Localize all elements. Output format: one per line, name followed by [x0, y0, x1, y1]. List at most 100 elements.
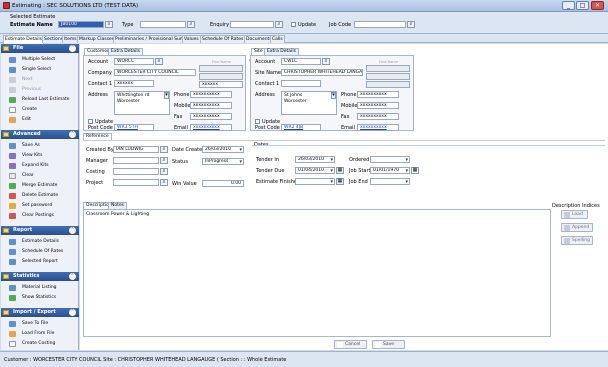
customer-update-checkbox[interactable]	[88, 119, 93, 124]
sidebar-group-report[interactable]: Report ⌃	[1, 226, 79, 235]
sidebar-item-reload-last-estimate[interactable]: Reload Last Estimate	[9, 96, 69, 104]
phone-field[interactable]: xxxxxxxxxx	[190, 91, 232, 98]
sidebar-item-single-select[interactable]: Single Select	[9, 66, 51, 74]
sidebar-item-report-schedule-of-rates[interactable]: Schedule Of Rates	[9, 248, 63, 256]
tab-customer-extra-details[interactable]: Extra Details	[108, 48, 143, 55]
address-dropdown-button[interactable]: ▾	[164, 92, 169, 99]
costing-field[interactable]	[113, 168, 159, 175]
customer-contact-extra-field[interactable]: xxxxxx	[199, 81, 243, 88]
chevron-up-icon[interactable]: ⌃	[69, 309, 76, 316]
site-find-name-field[interactable]	[366, 65, 410, 72]
created-by-search-button[interactable]: ⌕	[160, 146, 168, 153]
site-fax-field[interactable]: xxxxxxxxxx	[357, 113, 399, 120]
sidebar-item-show-statistics[interactable]: Show Statistics	[9, 294, 56, 302]
sidebar-item-load-from-file[interactable]: Load From File	[9, 330, 54, 338]
save-button[interactable]: Save	[372, 340, 405, 349]
tender-due-field[interactable]: 01/04/2010	[295, 167, 335, 174]
append-index-button[interactable]: Append	[561, 223, 593, 232]
site-address-dropdown-button[interactable]: ▾	[331, 92, 336, 99]
sidebar-item-delete-estimate[interactable]: Delete Estimate	[9, 192, 58, 200]
job-end-field[interactable]	[370, 178, 410, 185]
tab-values[interactable]: Values	[182, 35, 201, 43]
sidebar-item-clear-postings[interactable]: Clear Postings	[9, 212, 54, 220]
project-search-button[interactable]: ⌕	[160, 179, 168, 186]
costing-search-button[interactable]: ⌕	[160, 168, 168, 175]
tab-markup-classes[interactable]: Markup Classes	[77, 35, 117, 43]
cancel-button[interactable]: Cancel	[334, 340, 367, 349]
customer-find-name-field[interactable]	[199, 65, 243, 72]
spelling-button[interactable]: Spelling	[561, 236, 593, 245]
maximize-button[interactable]: □	[576, 1, 589, 10]
ordered-field[interactable]	[370, 156, 410, 163]
load-index-button[interactable]: Load	[561, 210, 588, 219]
description-text[interactable]: Classroom Power & Lighting	[86, 212, 149, 217]
enquiry-field[interactable]	[230, 21, 274, 28]
type-search-button[interactable]: ⌕	[187, 21, 195, 28]
site-address-field[interactable]: St Johns Worcester	[281, 91, 337, 115]
tab-estimate-details[interactable]: Estimate Details	[3, 35, 44, 44]
job-start-field[interactable]: 01/01/1970	[370, 167, 410, 174]
status-select[interactable]: InProgress	[202, 158, 244, 165]
tab-notes[interactable]: Notes	[108, 202, 127, 209]
sidebar-group-import-export[interactable]: Import / Export ⌃	[1, 308, 79, 317]
site-search-button[interactable]: ⌕	[322, 58, 330, 65]
chevron-up-icon[interactable]: ⌃	[69, 227, 76, 234]
chevron-up-icon[interactable]: ⌃	[69, 45, 76, 52]
sidebar-item-multiple-select[interactable]: Multiple Select	[9, 56, 55, 64]
manager-search-button[interactable]: ⌕	[160, 157, 168, 164]
close-button[interactable]: ✕	[591, 1, 604, 10]
sidebar-item-save-as[interactable]: Save As	[9, 142, 40, 150]
sidebar-item-next[interactable]: Next	[9, 76, 32, 84]
manager-field[interactable]	[113, 157, 159, 164]
job-start-calendar-button[interactable]: ▦	[411, 167, 419, 174]
sidebar-item-selected-report[interactable]: Selected Report	[9, 258, 58, 266]
customer-extra-field[interactable]	[199, 73, 243, 80]
site-account-field[interactable]: CWLC	[281, 58, 321, 65]
date-created-field[interactable]: 26/03/2010	[202, 146, 244, 153]
customer-address-field[interactable]: Whittington rd Worcester	[114, 91, 170, 115]
sidebar-item-view-kits[interactable]: View Kits	[9, 152, 42, 160]
chevron-up-icon[interactable]: ⌃	[69, 131, 76, 138]
minimize-button[interactable]: _	[562, 1, 575, 10]
sidebar-item-create-costing[interactable]: Create Costing	[9, 340, 55, 348]
contact-field[interactable]: xxxxxx	[114, 80, 154, 87]
estimate-search-button[interactable]: ⌕	[105, 21, 113, 28]
site-postcode-field[interactable]: WR2 4JB	[281, 124, 321, 131]
sidebar-item-merge-estimate[interactable]: Merge Estimate	[9, 182, 57, 190]
sidebar-item-clear[interactable]: Clear	[9, 172, 34, 180]
sidebar-item-material-listing[interactable]: Material Listing	[9, 284, 57, 292]
company-field[interactable]: WORCESTER CITY COUNCIL	[114, 69, 196, 76]
email-field[interactable]: xxxxxxxxxx	[190, 124, 232, 131]
job-code-search-button[interactable]: ⌕	[407, 21, 415, 28]
win-value-field[interactable]: 0.00	[202, 180, 244, 187]
sidebar-item-edit[interactable]: Edit	[9, 116, 31, 124]
site-email-field[interactable]: xxxxxxxxxx	[357, 124, 399, 131]
type-field[interactable]	[140, 21, 186, 28]
sidebar-item-expand-kits[interactable]: Expand Kits	[9, 162, 49, 170]
estimate-finished-calendar-button[interactable]: ▦	[336, 178, 344, 185]
tab-schedule-of-rates[interactable]: Schedule Of Rates	[200, 35, 246, 43]
postcode-field[interactable]: WR3 5TH	[114, 124, 154, 131]
mobile-field[interactable]: xxxxxxxxxx	[190, 102, 232, 109]
estimate-name-field[interactable]: JB0100	[58, 21, 104, 28]
update-checkbox[interactable]	[291, 22, 296, 27]
tender-in-field[interactable]: 26/03/2010	[295, 156, 335, 163]
tab-site-extra-details[interactable]: Extra Details	[264, 48, 299, 55]
site-mobile-field[interactable]: xxxxxxxxxx	[357, 102, 399, 109]
sidebar-item-set-password[interactable]: Set password	[9, 202, 52, 210]
site-extra-field[interactable]	[366, 73, 410, 80]
site-name-field[interactable]: CHRISTOPHER WHITEHEAD LANGAUGE	[281, 69, 363, 76]
customer-search-button[interactable]: ⌕	[155, 58, 163, 65]
sidebar-item-previous[interactable]: Previous	[9, 86, 41, 94]
job-code-field[interactable]	[354, 21, 406, 28]
site-contact-field[interactable]	[281, 80, 321, 87]
chevron-up-icon[interactable]: ⌃	[69, 273, 76, 280]
sidebar-item-report-estimate-details[interactable]: Estimate Details	[9, 238, 59, 246]
tab-calls[interactable]: Calls	[270, 35, 285, 43]
sidebar-group-advanced[interactable]: Advanced ⌃	[1, 130, 79, 139]
site-phone-field[interactable]: xxxxxxxxxx	[357, 91, 399, 98]
sidebar-group-file[interactable]: File ⌃	[1, 44, 79, 53]
estimate-finished-field[interactable]	[295, 178, 335, 185]
project-field[interactable]	[113, 179, 159, 186]
tender-due-calendar-button[interactable]: ▦	[336, 167, 344, 174]
